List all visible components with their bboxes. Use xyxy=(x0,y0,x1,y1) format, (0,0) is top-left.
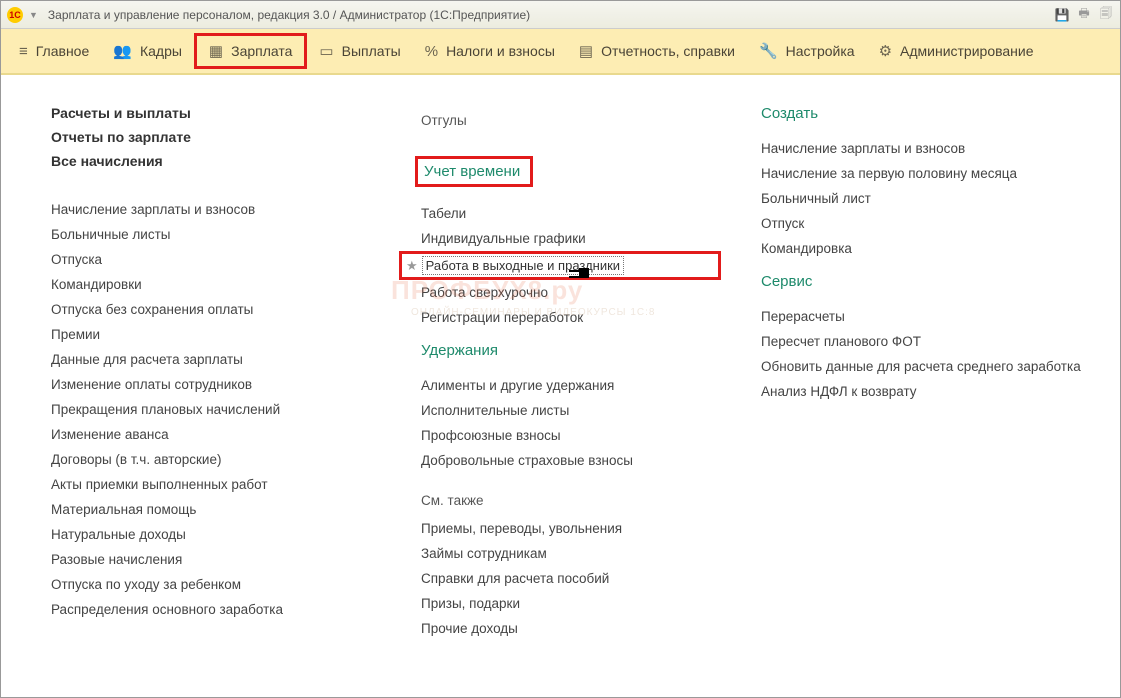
otguly-label[interactable]: Отгулы xyxy=(421,113,721,128)
list-item[interactable]: Начисление зарплаты и взносов xyxy=(761,136,1100,161)
section-uderzhaniya[interactable]: Удержания xyxy=(421,342,498,359)
list-item[interactable]: Займы сотрудникам xyxy=(421,541,721,566)
window-title: Зарплата и управление персоналом, редакц… xyxy=(48,8,530,22)
app-logo-icon: 1C xyxy=(7,7,23,23)
link-otchety[interactable]: Отчеты по зарплате xyxy=(51,129,381,145)
list-item[interactable]: Начисление за первую половину месяца xyxy=(761,161,1100,186)
list-item[interactable]: Командировка xyxy=(761,236,1100,261)
list-item[interactable]: Справки для расчета пособий xyxy=(421,566,721,591)
list-uderzh: Алименты и другие удержания Исполнительн… xyxy=(421,373,721,473)
list-item[interactable]: Отпуска xyxy=(51,247,381,272)
list-item[interactable]: Изменение аванса xyxy=(51,422,381,447)
list-item[interactable]: Отпуска без сохранения оплаты xyxy=(51,297,381,322)
list-item[interactable]: Распределения основного заработка xyxy=(51,597,381,622)
percent-icon: % xyxy=(425,43,438,60)
list-item[interactable]: Разовые начисления xyxy=(51,547,381,572)
link-raschety[interactable]: Расчеты и выплаты xyxy=(51,105,381,121)
list-item[interactable]: Премии xyxy=(51,322,381,347)
list-item[interactable]: Призы, подарки xyxy=(421,591,721,616)
toolbar-nalogi[interactable]: % Налоги и взносы xyxy=(413,37,567,66)
column-right: Создать Начисление зарплаты и взносов На… xyxy=(761,105,1100,687)
content-area: Расчеты и выплаты Отчеты по зарплате Все… xyxy=(1,75,1120,697)
wallet-icon: ▭ xyxy=(319,42,333,60)
save-icon[interactable]: 💾 xyxy=(1054,7,1070,23)
gear-icon: ⚙ xyxy=(879,42,892,60)
list-item[interactable]: Акты приемки выполненных работ xyxy=(51,472,381,497)
list-item[interactable]: Работа сверхурочно xyxy=(421,280,721,305)
toolbar-label: Администрирование xyxy=(900,43,1034,59)
toolbar-label: Налоги и взносы xyxy=(446,43,555,59)
list-item[interactable]: Добровольные страховые взносы xyxy=(421,448,721,473)
document-icon[interactable]: 🗐 xyxy=(1098,7,1114,23)
section-uchet-vremeni[interactable]: Учет времени xyxy=(415,156,533,187)
list-item[interactable]: Изменение оплаты сотрудников xyxy=(51,372,381,397)
calculator-icon: ▦ xyxy=(209,42,223,60)
main-toolbar: ≡ Главное 👥 Кадры ▦ Зарплата ▭ Выплаты %… xyxy=(1,29,1120,75)
toolbar-zarplata[interactable]: ▦ Зарплата xyxy=(194,33,308,69)
list-see-also: Приемы, переводы, увольнения Займы сотру… xyxy=(421,516,721,641)
toolbar-admin[interactable]: ⚙ Администрирование xyxy=(867,36,1046,66)
list-item[interactable]: Договоры (в т.ч. авторские) xyxy=(51,447,381,472)
toolbar-label: Отчетность, справки xyxy=(601,43,735,59)
section-sozdat[interactable]: Создать xyxy=(761,105,818,122)
list-item[interactable]: Данные для расчета зарплаты xyxy=(51,347,381,372)
list-col1: Начисление зарплаты и взносов Больничные… xyxy=(51,197,381,622)
section-servis[interactable]: Сервис xyxy=(761,273,812,290)
column-left: Расчеты и выплаты Отчеты по зарплате Все… xyxy=(51,105,381,687)
toolbar-label: Зарплата xyxy=(231,43,292,59)
report-icon: ▤ xyxy=(579,42,593,60)
toolbar-vyplaty[interactable]: ▭ Выплаты xyxy=(307,36,412,66)
wrench-icon: 🔧 xyxy=(759,42,778,60)
toolbar-main[interactable]: ≡ Главное xyxy=(7,37,101,66)
see-also-label: См. также xyxy=(421,493,721,508)
list-item[interactable]: Профсоюзные взносы xyxy=(421,423,721,448)
toolbar-kadry[interactable]: 👥 Кадры xyxy=(101,36,194,66)
toolbar-otchetnost[interactable]: ▤ Отчетность, справки xyxy=(567,36,747,66)
column-middle: ПРОФБУХ8.ру ОНЛАЙН-СЕМИНАРЫ И ВИДЕОКУРСЫ… xyxy=(421,105,721,687)
list-item[interactable]: Перерасчеты xyxy=(761,304,1100,329)
star-icon[interactable]: ★ xyxy=(406,258,418,274)
list-create: Начисление зарплаты и взносов Начисление… xyxy=(761,136,1100,261)
list-item[interactable]: Регистрации переработок xyxy=(421,305,721,330)
link-rabota-vyhodnye[interactable]: Работа в выходные и праздники xyxy=(422,256,624,275)
toolbar-label: Кадры xyxy=(140,43,182,59)
app-menu-dropdown-icon[interactable]: ▼ xyxy=(29,10,38,20)
list-item[interactable]: Начисление зарплаты и взносов xyxy=(51,197,381,222)
list-item[interactable]: Отпуск xyxy=(761,211,1100,236)
list-item[interactable]: Индивидуальные графики xyxy=(421,226,721,251)
list-item[interactable]: Исполнительные листы xyxy=(421,398,721,423)
link-vse-nachisleniya[interactable]: Все начисления xyxy=(51,153,381,169)
list-item[interactable]: Больничные листы xyxy=(51,222,381,247)
list-item[interactable]: Алименты и другие удержания xyxy=(421,373,721,398)
list-item[interactable]: Табели xyxy=(421,201,721,226)
list-item[interactable]: Пересчет планового ФОТ xyxy=(761,329,1100,354)
list-item[interactable]: Анализ НДФЛ к возврату xyxy=(761,379,1100,404)
highlighted-row: ★ Работа в выходные и праздники xyxy=(399,251,721,280)
list-item[interactable]: Материальная помощь xyxy=(51,497,381,522)
list-item[interactable]: Прекращения плановых начислений xyxy=(51,397,381,422)
people-icon: 👥 xyxy=(113,42,132,60)
list-item-label: Работа в выходные и праздники xyxy=(426,258,620,273)
list-item[interactable]: Командировки xyxy=(51,272,381,297)
list-item[interactable]: Больничный лист xyxy=(761,186,1100,211)
window-titlebar: 1C ▼ Зарплата и управление персоналом, р… xyxy=(1,1,1120,29)
list-item[interactable]: Отпуска по уходу за ребенком xyxy=(51,572,381,597)
list-item[interactable]: Обновить данные для расчета среднего зар… xyxy=(761,354,1100,379)
toolbar-nastroyka[interactable]: 🔧 Настройка xyxy=(747,36,867,66)
print-icon[interactable]: 🖶 xyxy=(1076,7,1092,23)
list-item[interactable]: Приемы, переводы, увольнения xyxy=(421,516,721,541)
toolbar-label: Выплаты xyxy=(342,43,401,59)
list-item[interactable]: Натуральные доходы xyxy=(51,522,381,547)
toolbar-label: Настройка xyxy=(786,43,855,59)
list-service: Перерасчеты Пересчет планового ФОТ Обнов… xyxy=(761,304,1100,404)
list-time: Табели Индивидуальные графики ★ Работа в… xyxy=(421,201,721,330)
hamburger-icon: ≡ xyxy=(19,43,28,60)
list-item[interactable]: Прочие доходы xyxy=(421,616,721,641)
toolbar-label: Главное xyxy=(36,43,90,59)
